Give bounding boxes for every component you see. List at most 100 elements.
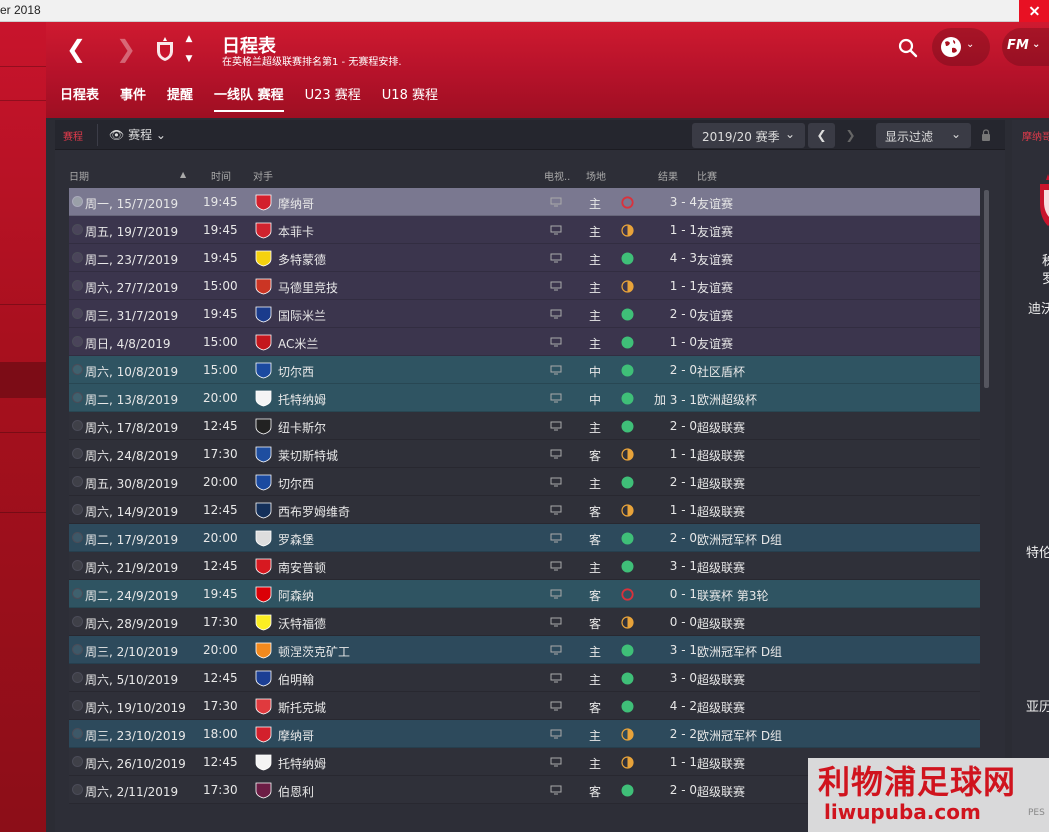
fixture-row[interactable]: 周三, 31/7/2019 19:45 国际米兰 主 2 - 0 友谊赛 xyxy=(69,300,980,328)
fixture-score[interactable]: 3 - 0 xyxy=(643,671,697,685)
fixture-score[interactable]: 1 - 1 xyxy=(643,447,697,461)
opponent-name[interactable]: 摩纳哥 xyxy=(278,727,314,744)
opponent-name[interactable]: 本菲卡 xyxy=(278,223,314,240)
fixture-row[interactable]: 周三, 2/10/2019 20:00 顿涅茨克矿工 主 3 - 1 欧洲冠军杯 D组 xyxy=(69,636,980,664)
lock-icon[interactable] xyxy=(981,129,991,141)
fixture-score[interactable]: 1 - 1 xyxy=(643,223,697,237)
tab-u23-fixtures[interactable]: U23 赛程 xyxy=(305,84,361,112)
row-select-checkbox[interactable] xyxy=(72,504,83,515)
fixture-competition[interactable]: 超级联赛 xyxy=(697,419,745,436)
row-select-checkbox[interactable] xyxy=(72,420,83,431)
fixture-row[interactable]: 周三, 23/10/2019 18:00 摩纳哥 主 2 - 2 欧洲冠军杯 D组 xyxy=(69,720,980,748)
fixture-score[interactable]: 2 - 0 xyxy=(643,531,697,545)
fixture-competition[interactable]: 友谊赛 xyxy=(697,195,733,212)
opponent-name[interactable]: 罗森堡 xyxy=(278,531,314,548)
season-prev-button[interactable]: ❮ xyxy=(808,123,835,148)
opponent-name[interactable]: 纽卡斯尔 xyxy=(278,419,326,436)
fixture-row[interactable]: 周六, 14/9/2019 12:45 西布罗姆维奇 客 1 - 1 超级联赛 xyxy=(69,496,980,524)
fixture-competition[interactable]: 超级联赛 xyxy=(697,699,745,716)
fixture-row[interactable]: 周五, 30/8/2019 20:00 切尔西 主 2 - 1 超级联赛 xyxy=(69,468,980,496)
opponent-name[interactable]: 沃特福德 xyxy=(278,615,326,632)
row-select-checkbox[interactable] xyxy=(72,672,83,683)
row-select-checkbox[interactable] xyxy=(72,784,83,795)
row-select-checkbox[interactable] xyxy=(72,252,83,263)
fixture-score[interactable]: 1 - 1 xyxy=(643,279,697,293)
column-opponent[interactable]: 对手 xyxy=(253,168,273,183)
fixture-score[interactable]: 2 - 0 xyxy=(643,419,697,433)
tab-events[interactable]: 事件 xyxy=(120,84,146,112)
world-menu-button[interactable]: ⌄ xyxy=(932,28,990,66)
fixture-row[interactable]: 周六, 28/9/2019 17:30 沃特福德 客 0 - 0 超级联赛 xyxy=(69,608,980,636)
fixture-score[interactable]: 0 - 0 xyxy=(643,615,697,629)
fixture-score[interactable]: 2 - 0 xyxy=(643,783,697,797)
tab-u18-fixtures[interactable]: U18 赛程 xyxy=(382,84,438,112)
fixture-row[interactable]: 周六, 27/7/2019 15:00 马德里竞技 主 1 - 1 友谊赛 xyxy=(69,272,980,300)
row-select-checkbox[interactable] xyxy=(72,392,83,403)
row-select-checkbox[interactable] xyxy=(72,308,83,319)
fixture-competition[interactable]: 社区盾杯 xyxy=(697,363,745,380)
fixture-competition[interactable]: 联赛杯 第3轮 xyxy=(697,587,768,604)
row-select-checkbox[interactable] xyxy=(72,476,83,487)
sidebar-item-active[interactable] xyxy=(0,362,46,398)
view-dropdown[interactable]: 👁 赛程 ⌄ xyxy=(109,126,166,143)
row-select-checkbox[interactable] xyxy=(72,588,83,599)
fixture-row[interactable]: 周六, 10/8/2019 15:00 切尔西 中 2 - 0 社区盾杯 xyxy=(69,356,980,384)
season-dropdown[interactable]: 2019/20 赛季 ⌄ xyxy=(692,123,805,148)
fixture-row[interactable]: 周五, 19/7/2019 19:45 本菲卡 主 1 - 1 友谊赛 xyxy=(69,216,980,244)
fixture-competition[interactable]: 超级联赛 xyxy=(697,615,745,632)
back-button[interactable]: ❮ xyxy=(66,37,86,61)
club-crest-icon[interactable] xyxy=(154,36,176,62)
row-select-checkbox[interactable] xyxy=(72,224,83,235)
opponent-name[interactable]: 莱切斯特城 xyxy=(278,447,338,464)
fixture-score[interactable]: 0 - 1 xyxy=(643,587,697,601)
fixture-row[interactable]: 周六, 21/9/2019 12:45 南安普顿 主 3 - 1 超级联赛 xyxy=(69,552,980,580)
opponent-name[interactable]: AC米兰 xyxy=(278,335,318,352)
fixture-competition[interactable]: 欧洲冠军杯 D组 xyxy=(697,727,782,744)
opponent-name[interactable]: 西布罗姆维奇 xyxy=(278,503,350,520)
fixture-score[interactable]: 4 - 2 xyxy=(643,699,697,713)
fixture-score[interactable]: 3 - 1 xyxy=(643,559,697,573)
fm-menu-button[interactable]: FM ⌄ xyxy=(1002,28,1049,66)
fixture-row[interactable]: 周二, 24/9/2019 19:45 阿森纳 客 0 - 1 联赛杯 第3轮 xyxy=(69,580,980,608)
opponent-name[interactable]: 托特纳姆 xyxy=(278,391,326,408)
row-select-checkbox[interactable] xyxy=(72,280,83,291)
season-next-button[interactable]: ❯ xyxy=(837,123,864,148)
fixture-row[interactable]: 周六, 19/10/2019 17:30 斯托克城 客 4 - 2 超级联赛 xyxy=(69,692,980,720)
opponent-name[interactable]: 阿森纳 xyxy=(278,587,314,604)
fixture-score[interactable]: 2 - 1 xyxy=(643,475,697,489)
column-competition[interactable]: 比赛 xyxy=(697,168,717,183)
row-select-checkbox[interactable] xyxy=(72,756,83,767)
fixture-row[interactable]: 周六, 5/10/2019 12:45 伯明翰 主 3 - 0 超级联赛 xyxy=(69,664,980,692)
forward-button[interactable]: ❯ xyxy=(116,37,136,61)
row-select-checkbox[interactable] xyxy=(72,448,83,459)
column-venue[interactable]: 场地 xyxy=(586,168,606,183)
fixture-score[interactable]: 1 - 1 xyxy=(643,755,697,769)
fixture-competition[interactable]: 超级联赛 xyxy=(697,559,745,576)
tab-first-team-fixtures[interactable]: 一线队 赛程 xyxy=(214,84,284,112)
tab-schedule[interactable]: 日程表 xyxy=(60,84,99,112)
row-select-checkbox[interactable] xyxy=(72,560,83,571)
row-select-checkbox[interactable] xyxy=(72,532,83,543)
window-close-button[interactable] xyxy=(1019,0,1049,22)
row-select-checkbox[interactable] xyxy=(72,728,83,739)
fixture-row[interactable]: 周二, 23/7/2019 19:45 多特蒙德 主 4 - 3 友谊赛 xyxy=(69,244,980,272)
column-time[interactable]: 时间 xyxy=(211,168,231,183)
row-select-checkbox[interactable] xyxy=(72,700,83,711)
opponent-name[interactable]: 托特纳姆 xyxy=(278,755,326,772)
row-select-checkbox[interactable] xyxy=(72,336,83,347)
opponent-name[interactable]: 摩纳哥 xyxy=(278,195,314,212)
fixture-competition[interactable]: 欧洲冠军杯 D组 xyxy=(697,643,782,660)
fixture-row[interactable]: 周二, 17/9/2019 20:00 罗森堡 客 2 - 0 欧洲冠军杯 D组 xyxy=(69,524,980,552)
column-result[interactable]: 结果 xyxy=(658,168,678,183)
fixture-competition[interactable]: 超级联赛 xyxy=(697,447,745,464)
fixture-competition[interactable]: 超级联赛 xyxy=(697,755,745,772)
scrollbar[interactable] xyxy=(984,190,989,388)
fixture-score[interactable]: 3 - 4 xyxy=(643,195,697,209)
fixture-competition[interactable]: 友谊赛 xyxy=(697,279,733,296)
fixture-score[interactable]: 3 - 1 xyxy=(643,643,697,657)
fixture-competition[interactable]: 欧洲超级杯 xyxy=(697,391,757,408)
row-select-checkbox[interactable] xyxy=(72,644,83,655)
fixture-row[interactable]: 周二, 13/8/2019 20:00 托特纳姆 中 加 3 - 1 欧洲超级杯 xyxy=(69,384,980,412)
fixture-competition[interactable]: 友谊赛 xyxy=(697,307,733,324)
row-select-checkbox[interactable] xyxy=(72,616,83,627)
